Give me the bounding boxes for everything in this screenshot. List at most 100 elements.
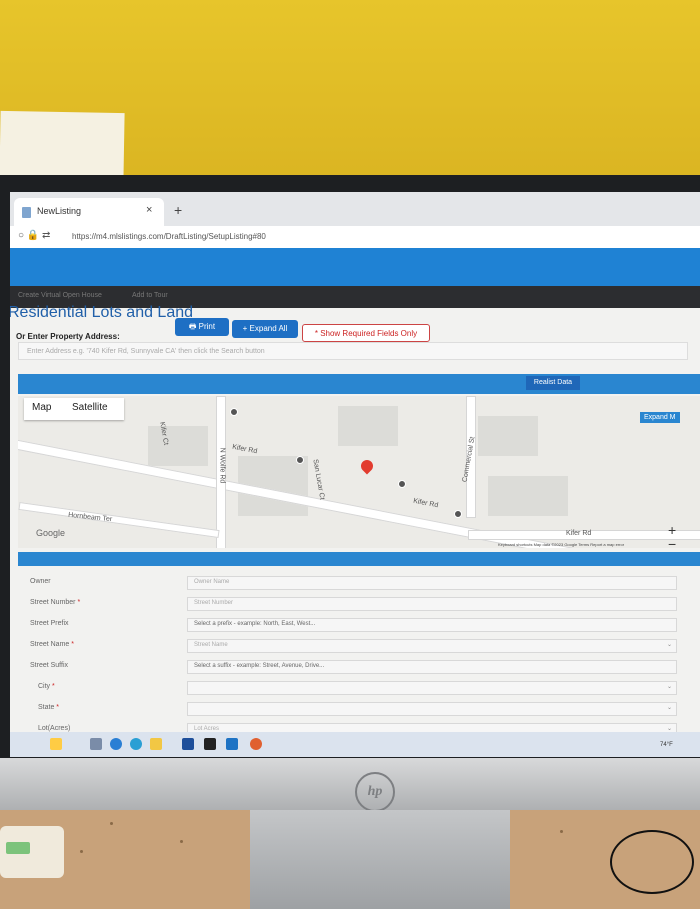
outlook-icon[interactable] [226,738,238,750]
hp-logo: hp [355,772,395,812]
tab-satellite[interactable]: Satellite [72,402,108,413]
windows-start-icon[interactable] [50,738,62,750]
tab-map[interactable]: Map [32,402,51,413]
field-input[interactable]: Select a prefix - example: North, East, … [187,618,677,632]
page-icon [22,207,31,218]
nav-item-add-to-tour[interactable]: Add to Tour [132,292,168,299]
address-input[interactable]: Enter Address e.g. '740 Kifer Rd, Sunnyv… [18,342,688,360]
transit-icon [398,480,406,488]
lock-icon: ○ 🔒 ⇄ [18,230,51,241]
field-label: Street Suffix [30,662,68,669]
field-input[interactable]: Owner Name [187,576,677,590]
field-input[interactable]: Street Number [187,597,677,611]
browser-icon[interactable] [130,738,142,750]
required-marker: * [50,683,55,690]
map-view[interactable]: Map Satellite Kifer Rd Kifer Ct N Wolfe … [18,396,700,548]
field-input[interactable]: ⌄ [187,681,677,695]
field-label: Street Prefix [30,620,69,627]
street-label: Kifer Rd [231,443,258,456]
desk-dot [180,840,183,843]
field-label: Lot(Acres) [38,725,70,732]
nav-item-virtual-open-house[interactable]: Create Virtual Open House [18,292,102,299]
field-label: Owner [30,578,51,585]
close-icon[interactable]: × [146,204,152,216]
google-logo: Google [36,528,66,538]
map-type-tabs: Map Satellite [24,398,124,420]
field-label-text: Street Suffix [30,662,69,669]
street-label: N Wolfe Rd [218,447,226,484]
field-label: State * [38,704,59,711]
print-button[interactable]: 🖶 Print [175,318,229,336]
field-placeholder: Street Name [194,642,228,648]
weather-temperature: 74°F [660,742,673,748]
map-block [478,416,538,456]
chevron-down-icon: ⌄ [666,642,672,648]
taskview-icon[interactable] [90,738,102,750]
field-placeholder: Select a prefix - example: North, East, … [194,621,316,627]
app-icon[interactable] [182,738,194,750]
map-pin-icon[interactable] [358,457,376,475]
field-label-text: Street Name [30,641,70,648]
windows-taskbar: 74°F [10,732,700,757]
folder-icon[interactable] [150,738,162,750]
street-label: Kifer Rd [412,497,439,510]
field-placeholder: Select a suffix - example: Street, Avenu… [194,663,325,669]
field-label-text: Street Number [30,599,76,606]
field-placeholder: Owner Name [194,579,230,585]
field-label-text: Lot(Acres) [38,725,71,732]
url-text[interactable]: https://m4.mlslistings.com/DraftListing/… [72,232,266,241]
map-block [148,426,208,466]
field-label-text: Owner [30,578,51,585]
required-marker: * [54,704,60,711]
chevron-down-icon: ⌄ [666,726,672,732]
app-icon[interactable] [250,738,262,750]
chevron-down-icon: ⌄ [666,684,672,690]
address-placeholder: Enter Address e.g. '740 Kifer Rd, Sunnyv… [27,348,265,355]
map-block [338,406,398,446]
address-label: Or Enter Property Address: [16,332,120,341]
required-marker: * [69,641,74,648]
realist-data-button[interactable]: Realist Data [526,376,580,390]
cable [610,830,694,894]
sticky-note [0,110,125,184]
field-label-text: City [38,683,51,690]
desk-dot [80,850,83,853]
field-label: City * [38,683,55,690]
field-input[interactable]: Select a suffix - example: Street, Avenu… [187,660,677,674]
transit-icon [296,456,304,464]
desk-dot [560,830,563,833]
field-label-text: State [38,704,55,711]
map-attribution: Keyboard shortcuts Map data ©2023 Google… [498,542,625,547]
amazon-icon[interactable] [204,738,216,750]
show-required-button[interactable]: * Show Required Fields Only [302,324,430,342]
browser-tab-bar: NewListing × + [10,192,700,226]
device-label [6,842,30,854]
site-header [10,248,700,286]
monitor-screen: NewListing × + ○ 🔒 ⇄ https://m4.mlslisti… [10,192,700,757]
address-bar[interactable]: ○ 🔒 ⇄ https://m4.mlslistings.com/DraftLi… [10,226,700,249]
field-placeholder: Street Number [194,600,234,606]
chevron-down-icon: ⌄ [666,705,672,711]
print-label: Print [198,322,216,331]
browser-tab[interactable]: NewListing × [14,198,164,226]
map-block [488,476,568,516]
field-input[interactable]: Street Name ⌄ [187,639,677,653]
street-label: Kifer Rd [566,530,592,537]
tab-title: NewListing [37,206,82,216]
zoom-out-icon[interactable]: − [668,536,676,548]
printer-icon: 🖶 [188,322,199,331]
expand-map-button[interactable]: Expand M [640,412,680,423]
monitor-stand [250,810,510,909]
field-input[interactable]: ⌄ [187,702,677,716]
transit-icon [230,408,238,416]
map-header-strip: Realist Data [18,374,700,394]
transit-icon [454,510,462,518]
form-header-strip [18,552,700,566]
required-marker: * [75,599,81,606]
field-label: Street Number * [30,599,80,606]
expand-all-button[interactable]: + Expand All [232,320,298,338]
monitor-chin [0,758,700,810]
edge-icon[interactable] [110,738,122,750]
new-tab-icon[interactable]: + [174,202,182,218]
field-label: Street Name * [30,641,74,648]
